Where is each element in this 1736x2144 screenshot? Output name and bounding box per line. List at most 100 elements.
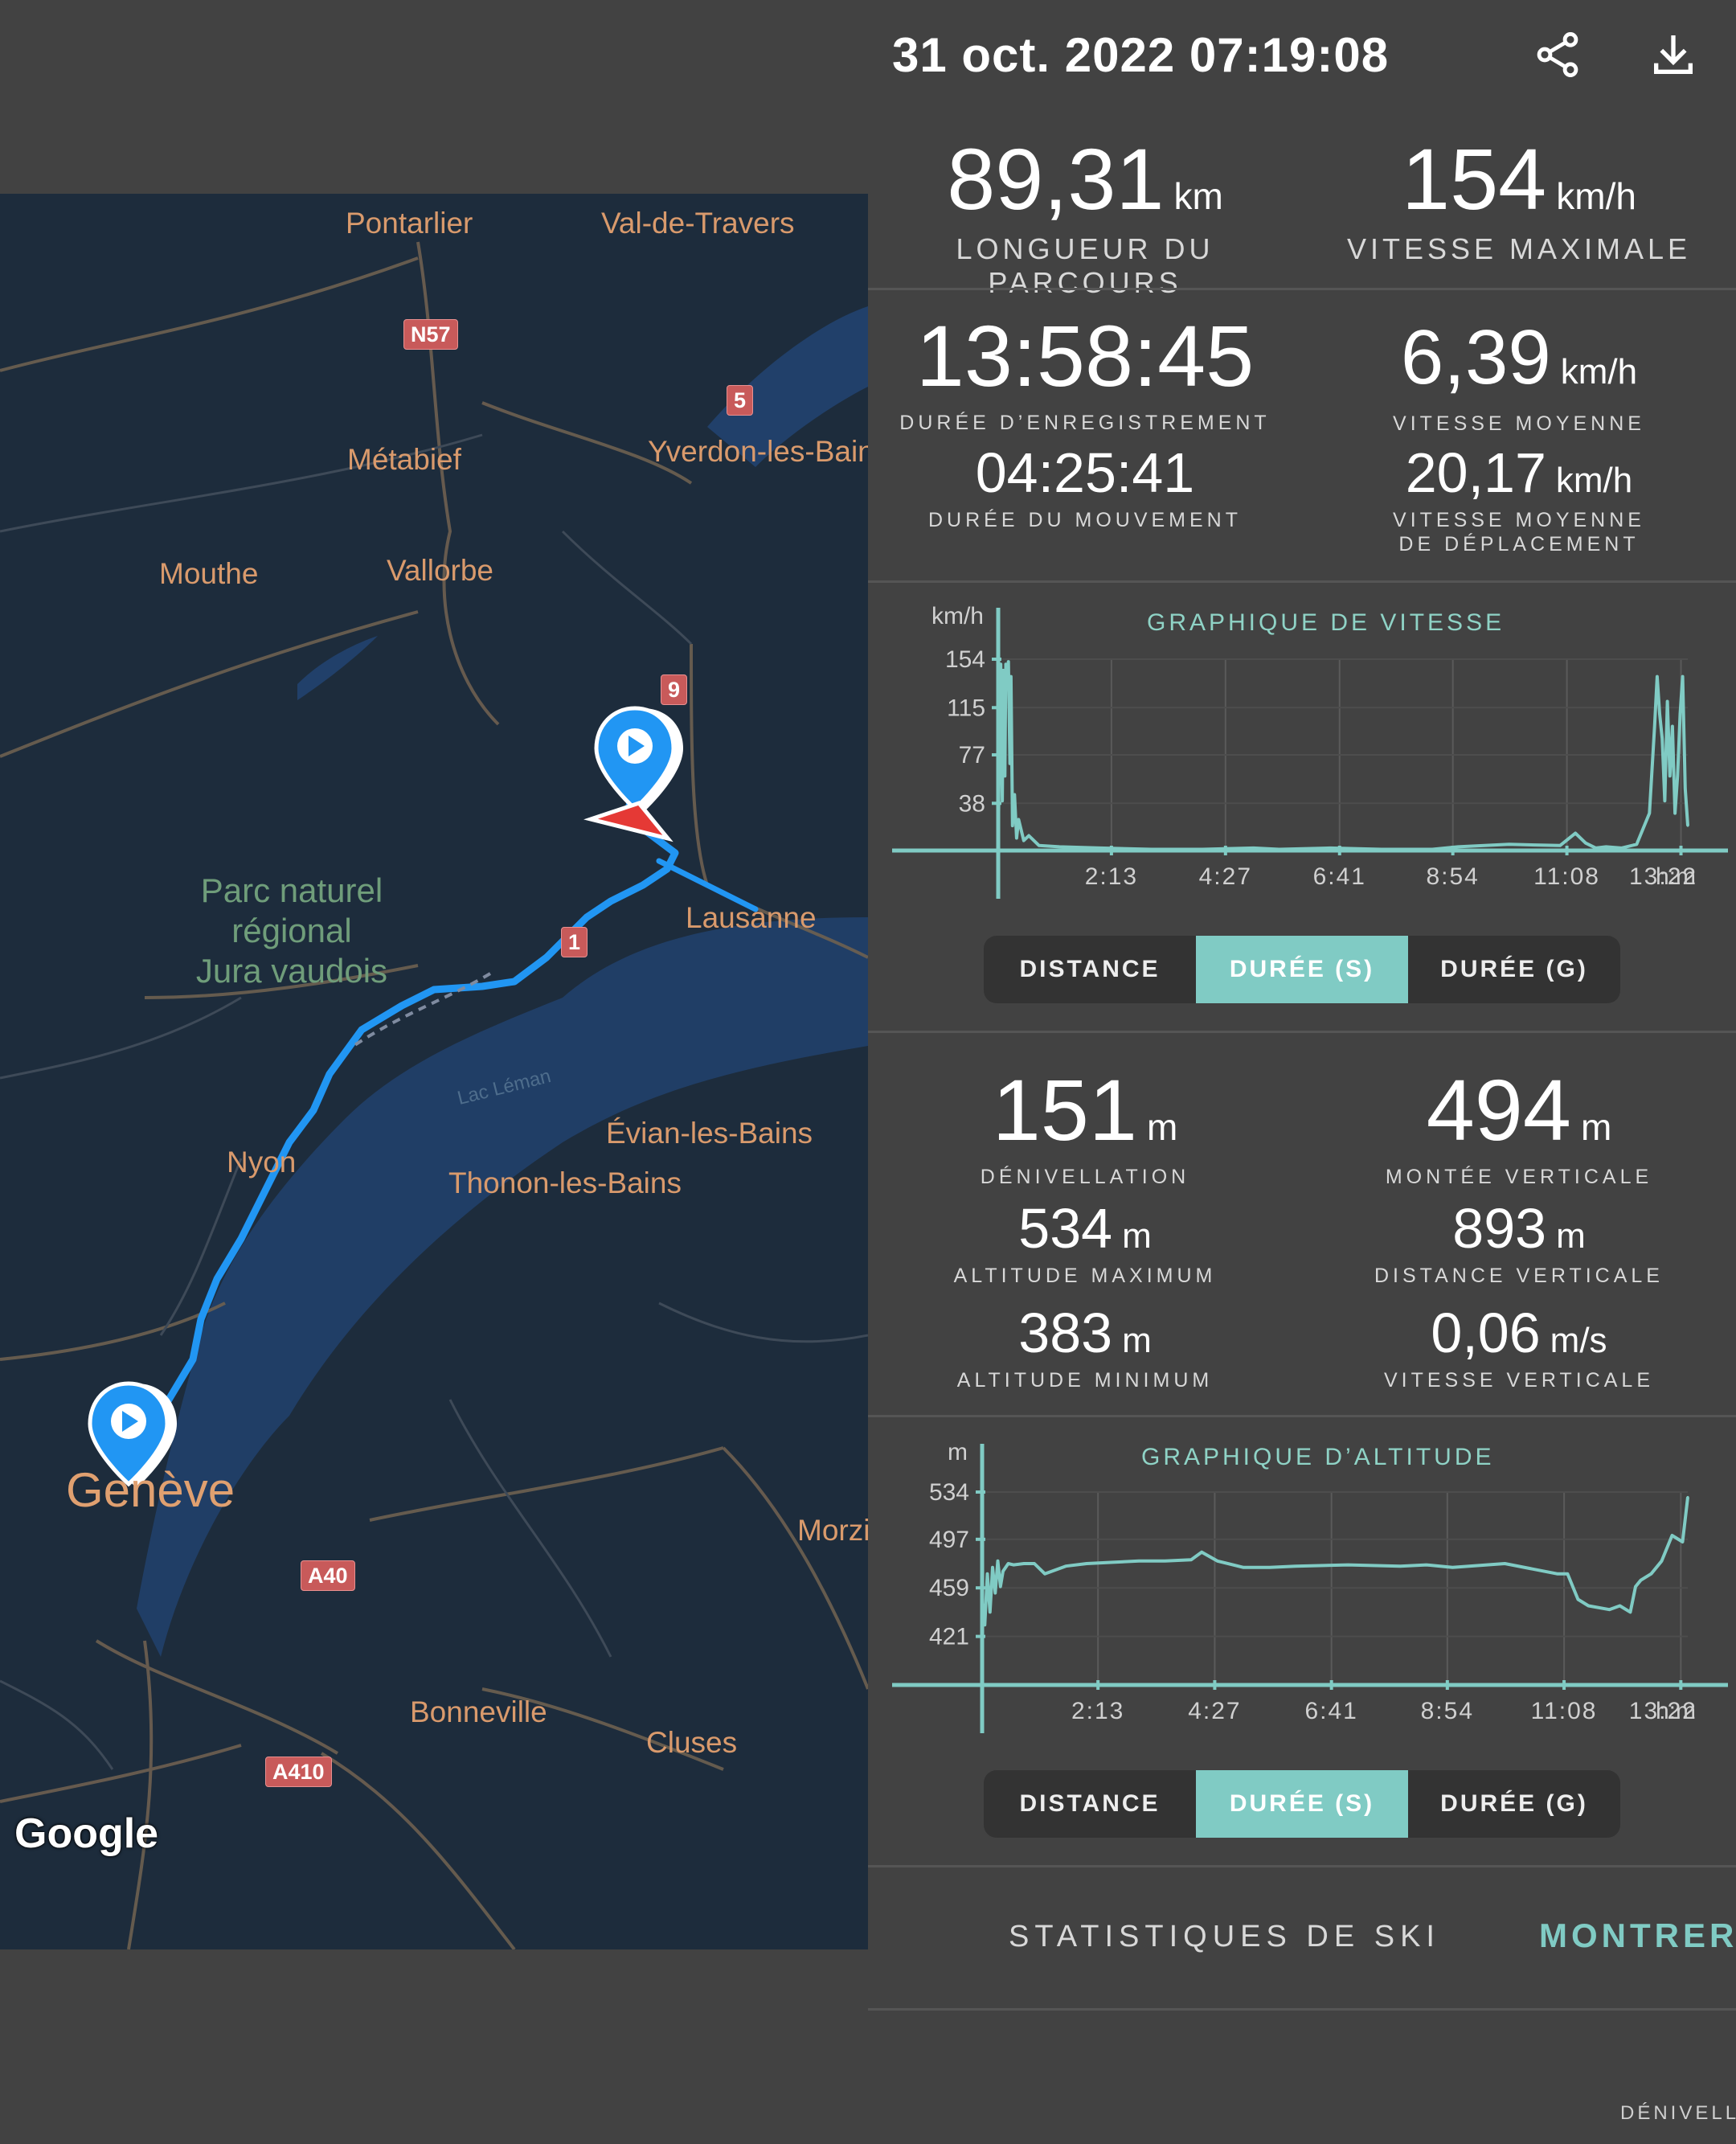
toggle-duree-s[interactable]: DURÉE (S)	[1196, 1770, 1408, 1838]
footer-label: DÉNIVELL.	[1620, 2102, 1736, 2124]
stat-avg-speed-value: 6,39	[1400, 314, 1551, 400]
place-geneve: Genève	[66, 1463, 235, 1517]
download-icon	[1654, 35, 1693, 74]
data-point	[1584, 842, 1587, 845]
data-point	[1676, 774, 1679, 777]
x-tick-label: 8:54	[1426, 863, 1479, 890]
data-point	[997, 849, 1000, 852]
data-point	[999, 662, 1002, 666]
data-point	[1007, 660, 1010, 663]
stat-avg-move-speed-value: 20,17	[1405, 441, 1546, 504]
data-point	[1668, 774, 1672, 777]
place-vallorbe: Vallorbe	[387, 554, 494, 587]
stat-denivellation-label: DÉNIVELLATION	[980, 1166, 1190, 1188]
x-tick-label: 2:13	[1071, 1698, 1124, 1724]
stat-avg-move-speed-label: VITESSE MOYENNE DE DÉPLACEMENT	[1393, 509, 1645, 555]
data-point	[1005, 687, 1009, 691]
data-point	[1015, 837, 1018, 840]
share-icon	[1537, 32, 1578, 77]
place-morzine: Morzi	[797, 1514, 868, 1547]
x-tick-label: 4:27	[1188, 1698, 1241, 1724]
data-point	[1618, 1604, 1621, 1607]
stat-max-speed-value: 154	[1402, 130, 1547, 228]
data-point	[1604, 845, 1607, 848]
show-ski-stats-button[interactable]: MONTRER	[1539, 1916, 1736, 1955]
start-marker-lausanne	[594, 706, 683, 813]
data-point	[1027, 834, 1030, 837]
toggle-distance[interactable]: DISTANCE	[984, 1770, 1196, 1838]
data-point	[993, 1592, 997, 1595]
speed-chart-axis-toggle[interactable]: DISTANCE DURÉE (S) DURÉE (G)	[984, 936, 1620, 1003]
stat-rec-duration-value: 13:58:45	[915, 307, 1255, 404]
data-point	[1022, 839, 1026, 842]
data-point	[1587, 1604, 1590, 1607]
data-point	[1635, 842, 1638, 846]
data-point	[1503, 1562, 1506, 1565]
download-button[interactable]	[1641, 23, 1705, 87]
data-point	[1009, 762, 1012, 765]
data-point	[991, 1566, 994, 1569]
route-map[interactable]: Pontarlier Val-de-Travers Métabief Yverd…	[0, 194, 868, 1949]
data-point	[1112, 1560, 1115, 1564]
toggle-duree-s[interactable]: DURÉE (S)	[1196, 936, 1408, 1003]
stat-distance: 89,31 km LONGUEUR DU PARCOURS	[884, 129, 1286, 300]
stat-vertical-ascent-label: MONTÉE VERTICALE	[1385, 1166, 1653, 1188]
data-point	[1012, 1564, 1015, 1567]
shield-a410: A410	[265, 1757, 332, 1787]
google-logo: Google	[14, 1810, 159, 1857]
data-point	[1653, 724, 1656, 728]
altitude-chart[interactable]: 2:13 4:27 6:41 8:54 11:08 13:22h:m53449745942…	[884, 1431, 1736, 1736]
toggle-distance[interactable]: DISTANCE	[984, 936, 1196, 1003]
shield-n57: N57	[403, 319, 458, 350]
data-point	[1686, 824, 1689, 827]
data-point	[1017, 818, 1020, 821]
data-point	[1001, 669, 1005, 672]
y-axis-label: km/h	[931, 603, 984, 629]
data-point	[983, 1623, 986, 1626]
stat-denivellation-value: 151	[992, 1061, 1137, 1158]
stat-alt-min-label: ALTITUDE MINIMUM	[956, 1369, 1214, 1392]
data-point	[1252, 847, 1255, 850]
place-nyon: Nyon	[227, 1146, 297, 1179]
stat-move-duration-value: 04:25:41	[975, 441, 1195, 504]
divider	[868, 1031, 1736, 1033]
data-point	[1001, 799, 1004, 802]
data-point	[1003, 774, 1006, 777]
y-axis-label: m	[948, 1439, 968, 1466]
data-point	[1678, 712, 1681, 715]
y-tick-label: 534	[929, 1479, 969, 1506]
altitude-chart-axis-toggle[interactable]: DISTANCE DURÉE (S) DURÉE (G)	[984, 1770, 1620, 1838]
y-tick-label: 421	[929, 1624, 969, 1650]
stat-alt-max: 534 m ALTITUDE MAXIMUM	[884, 1196, 1286, 1288]
data-point	[1009, 675, 1013, 678]
stat-avg-speed: 6,39 km/h VITESSE MOYENNE	[1318, 314, 1720, 436]
data-point	[1200, 1551, 1203, 1554]
stat-max-speed-unit: km/h	[1556, 175, 1636, 217]
data-point	[999, 1585, 1002, 1589]
data-point	[1294, 1564, 1297, 1568]
stat-alt-max-value: 534	[1018, 1197, 1113, 1260]
toggle-duree-g[interactable]: DURÉE (G)	[1408, 936, 1620, 1003]
data-point	[1686, 1495, 1689, 1498]
data-point	[1278, 847, 1281, 851]
stat-vertical-ascent: 494 m MONTÉE VERTICALE	[1318, 1060, 1720, 1189]
data-point	[981, 1598, 984, 1601]
y-tick-label: 154	[945, 646, 985, 673]
place-mouthe: Mouthe	[159, 557, 259, 590]
speed-chart[interactable]: 2:13 4:27 6:41 8:54 11:08 13:22h:m1541157738k…	[884, 595, 1736, 900]
park-line-3: Jura vaudois	[195, 952, 388, 990]
lac-de-joux	[297, 636, 378, 700]
data-point	[1663, 799, 1666, 802]
x-unit-label: h:m	[1656, 1698, 1696, 1724]
stat-vert-speed-unit: m/s	[1550, 1321, 1607, 1360]
toggle-duree-g[interactable]: DURÉE (G)	[1408, 1770, 1620, 1838]
stat-rec-duration: 13:58:45 DURÉE D’ENREGISTREMENT	[884, 305, 1286, 435]
share-button[interactable]	[1525, 23, 1590, 87]
data-point	[1043, 1572, 1046, 1576]
x-tick-label: 8:54	[1421, 1698, 1474, 1724]
place-lausanne: Lausanne	[686, 901, 817, 934]
x-tick-label: 2:13	[1085, 863, 1138, 890]
stat-avg-move-speed: 20,17 km/h VITESSE MOYENNE DE DÉPLACEMENT	[1318, 441, 1720, 556]
data-point	[1666, 700, 1669, 703]
series-line	[997, 660, 1689, 851]
